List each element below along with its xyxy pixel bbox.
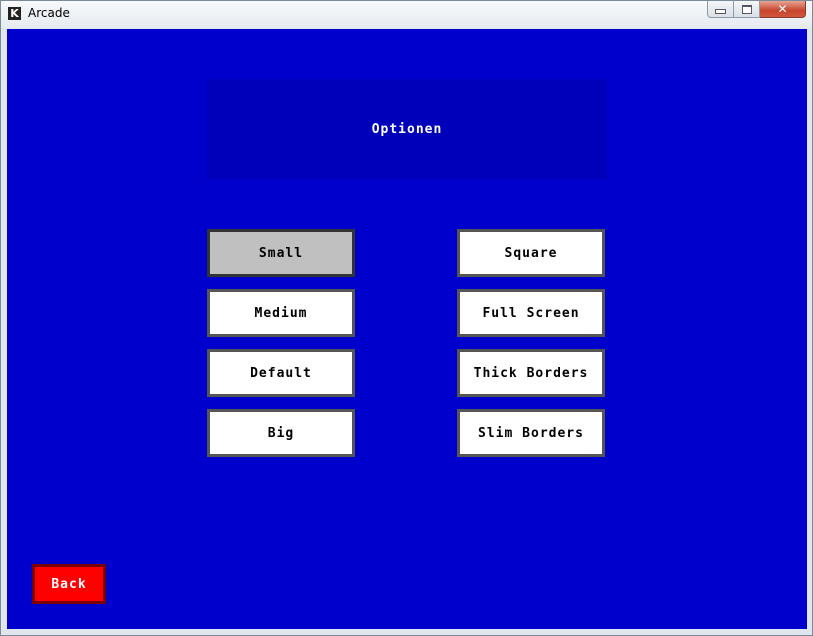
button-label: Full Screen: [482, 305, 580, 321]
square-button[interactable]: Square: [457, 229, 605, 277]
size-small-button[interactable]: Small: [207, 229, 355, 277]
title-panel: Optionen: [207, 79, 607, 179]
size-default-button[interactable]: Default: [207, 349, 355, 397]
button-label: Medium: [254, 305, 308, 321]
back-button-label: Back: [51, 576, 87, 592]
thick-borders-button[interactable]: Thick Borders: [457, 349, 605, 397]
button-label: Square: [504, 245, 558, 261]
window-controls: ✕: [707, 1, 806, 19]
title-bar[interactable]: K Arcade ✕: [1, 1, 812, 28]
full-screen-button[interactable]: Full Screen: [457, 289, 605, 337]
button-label: Default: [250, 365, 312, 381]
maximize-icon: [741, 4, 752, 14]
window-title: Arcade: [28, 6, 70, 20]
button-label: Slim Borders: [478, 425, 584, 441]
back-button[interactable]: Back: [32, 564, 106, 604]
button-label: Big: [267, 425, 295, 441]
close-icon: ✕: [777, 2, 788, 16]
size-big-button[interactable]: Big: [207, 409, 355, 457]
minimize-button[interactable]: [707, 1, 734, 18]
app-icon: K: [8, 7, 21, 20]
game-canvas: Optionen Small Medium Default Big Square…: [7, 29, 807, 629]
minimize-icon: [715, 9, 726, 14]
maximize-button[interactable]: [734, 1, 760, 18]
size-medium-button[interactable]: Medium: [207, 289, 355, 337]
slim-borders-button[interactable]: Slim Borders: [457, 409, 605, 457]
button-label: Thick Borders: [473, 365, 589, 381]
app-window: K Arcade ✕ Optionen Small Medium Default: [0, 0, 813, 636]
button-label: Small: [258, 245, 304, 261]
close-button[interactable]: ✕: [760, 1, 806, 18]
page-title: Optionen: [371, 121, 443, 137]
